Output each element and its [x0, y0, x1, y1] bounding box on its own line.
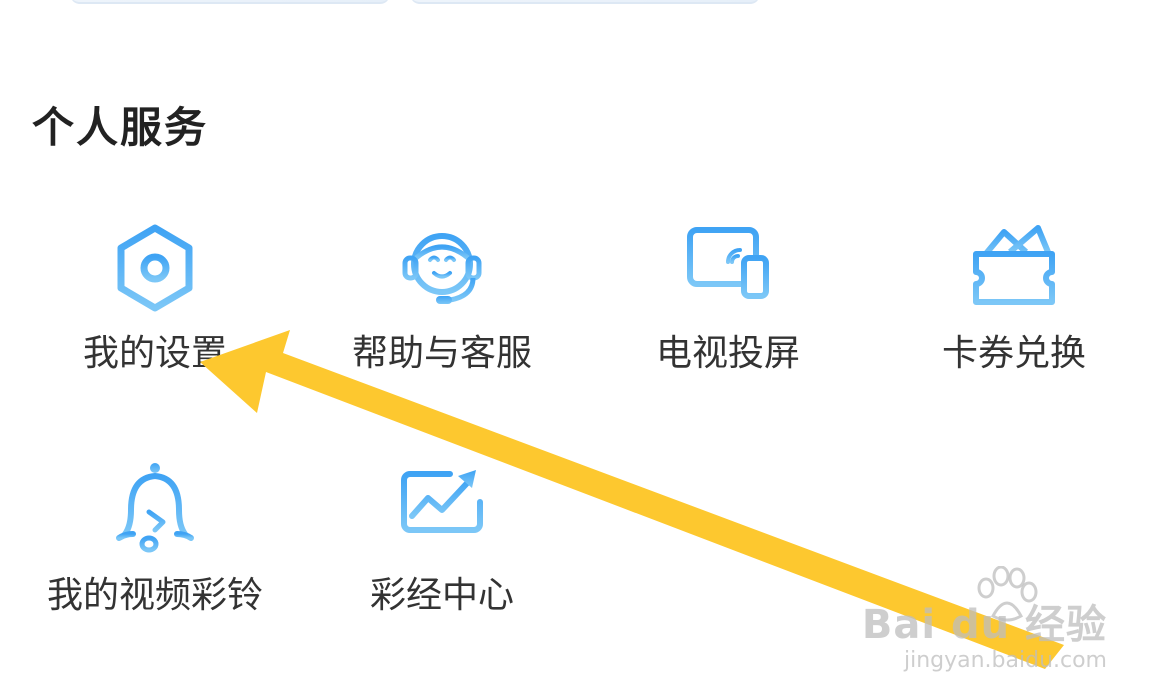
tv-cast-icon: [687, 227, 769, 301]
service-my-settings[interactable]: 我的设置: [25, 218, 285, 376]
trend-chart-icon: [401, 470, 483, 547]
top-card-left[interactable]: [70, 0, 390, 4]
service-video-ringtone[interactable]: 我的视频彩铃: [25, 460, 285, 618]
section-title: 个人服务: [32, 103, 209, 152]
watermark-main: Bai du 经验: [861, 602, 1107, 648]
service-label: 帮助与客服: [351, 333, 532, 374]
watermark-url: jingyan.baidu.com: [903, 648, 1107, 673]
bell-music-icon: [116, 463, 194, 553]
service-label: 彩经中心: [369, 575, 514, 616]
personal-services-page: 个人服务 我的设置 帮助与客服 电视投屏 卡券兑换 我的视频彩铃 彩经中心 Ba…: [0, 0, 1169, 696]
top-card-right[interactable]: [410, 0, 760, 4]
service-label: 卡券兑换: [941, 333, 1086, 374]
service-label: 电视投屏: [655, 333, 800, 374]
baidu-paw-logo: [977, 566, 1038, 622]
service-coupon-exchange[interactable]: 卡券兑换: [884, 218, 1144, 376]
customer-service-headset-icon: [402, 233, 482, 304]
service-label: 我的视频彩铃: [46, 575, 263, 616]
service-caijing-center[interactable]: 彩经中心: [312, 460, 572, 618]
service-tv-cast[interactable]: 电视投屏: [598, 218, 858, 376]
service-label: 我的设置: [82, 333, 227, 374]
baidu-watermark: Bai du 经验 jingyan.baidu.com: [862, 602, 1107, 674]
service-help-support[interactable]: 帮助与客服: [312, 218, 572, 376]
coupon-ticket-icon: [973, 225, 1055, 305]
settings-hexagon-icon: [117, 224, 193, 312]
